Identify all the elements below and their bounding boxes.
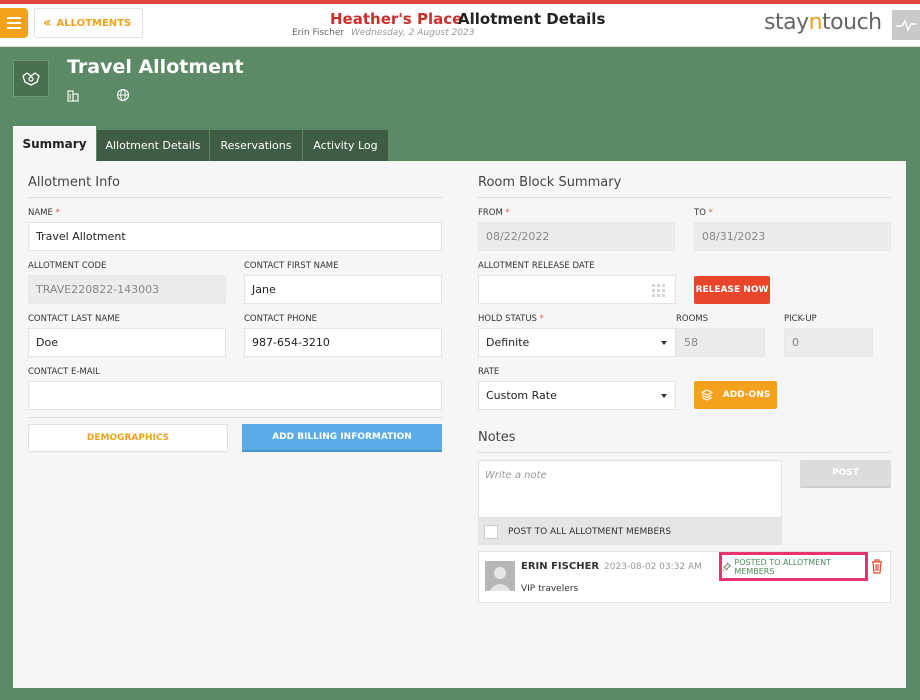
note-textarea[interactable]: Write a note xyxy=(478,460,782,518)
note-text: VIP travelers xyxy=(521,584,579,594)
rooms-field: 58 xyxy=(676,328,765,357)
post-button[interactable]: POST xyxy=(800,460,891,488)
pickup-field: 0 xyxy=(784,328,873,357)
post-to-all-label: POST TO ALL ALLOTMENT MEMBERS xyxy=(508,526,672,537)
add-billing-information-button[interactable]: ADD BILLING INFORMATION xyxy=(242,424,442,452)
rate-select[interactable]: Custom Rate xyxy=(478,381,676,410)
release-now-button[interactable]: RELEASE NOW xyxy=(694,276,770,304)
post-to-all-row[interactable]: POST TO ALL ALLOTMENT MEMBERS xyxy=(478,518,782,545)
notes-title: Notes xyxy=(478,430,516,445)
contact-email-label: CONTACT E-MAIL xyxy=(28,367,100,377)
divider xyxy=(28,417,442,418)
contact-phone-field[interactable]: 987-654-3210 xyxy=(244,328,442,357)
name-label: NAME * xyxy=(28,208,60,218)
allotment-info-title: Allotment Info xyxy=(28,175,120,190)
contact-last-name-label: CONTACT LAST NAME xyxy=(28,314,120,324)
add-ons-button[interactable]: ADD-ONS xyxy=(694,381,777,409)
room-block-summary-title: Room Block Summary xyxy=(478,175,622,190)
allotment-title: Travel Allotment xyxy=(67,56,244,78)
tab-activity-log[interactable]: Activity Log xyxy=(303,130,388,161)
allotment-code-label: ALLOTMENT CODE xyxy=(28,261,107,271)
contact-first-name-field[interactable]: Jane xyxy=(244,275,442,304)
rate-label: RATE xyxy=(478,367,500,377)
double-chevron-left-icon: ‹‹ xyxy=(43,15,51,31)
to-date-field: 08/31/2023 xyxy=(694,222,891,251)
hold-status-label: HOLD STATUS * xyxy=(478,314,544,324)
allotment-code-field: TRAVE220822-143003 xyxy=(28,275,226,304)
menu-icon[interactable] xyxy=(0,8,28,38)
release-date-field[interactable] xyxy=(478,275,676,304)
trash-icon[interactable] xyxy=(870,558,884,577)
name-field[interactable]: Travel Allotment xyxy=(28,222,442,251)
allotment-icon xyxy=(13,60,49,97)
activity-pulse-icon[interactable] xyxy=(892,10,920,40)
posted-to-members-badge: POSTED TO ALLOTMENT MEMBERS xyxy=(719,552,868,581)
back-to-allotments-button[interactable]: ‹‹ ALLOTMENTS xyxy=(34,8,143,38)
layers-icon xyxy=(700,389,713,401)
note-placeholder: Write a note xyxy=(485,470,547,481)
building-icon[interactable] xyxy=(66,88,80,105)
business-date: Wednesday, 2 August 2023 xyxy=(351,28,475,38)
divider xyxy=(28,197,442,198)
from-label: FROM * xyxy=(478,208,510,218)
pickup-label: PICK-UP xyxy=(784,314,817,324)
note-author: ERIN FISCHER xyxy=(521,561,600,572)
contact-email-field[interactable] xyxy=(28,381,442,410)
calendar-icon[interactable] xyxy=(652,284,665,297)
contact-last-name-field[interactable]: Doe xyxy=(28,328,226,357)
page-title: Allotment Details xyxy=(458,10,606,28)
back-button-label: ALLOTMENTS xyxy=(56,17,132,29)
contact-first-name-label: CONTACT FIRST NAME xyxy=(244,261,339,271)
contact-phone-label: CONTACT PHONE xyxy=(244,314,317,324)
caret-down-icon xyxy=(661,394,667,398)
avatar xyxy=(485,561,515,591)
from-date-field: 08/22/2022 xyxy=(478,222,675,251)
tab-summary[interactable]: Summary xyxy=(13,126,96,161)
divider xyxy=(478,452,891,453)
hold-status-select[interactable]: Definite xyxy=(478,328,676,357)
rooms-label: ROOMS xyxy=(676,314,709,324)
stayntouch-logo: stayntouch xyxy=(764,10,882,35)
demographics-button[interactable]: DEMOGRAPHICS xyxy=(28,424,228,452)
globe-icon[interactable] xyxy=(116,88,130,105)
release-date-label: ALLOTMENT RELEASE DATE xyxy=(478,261,595,271)
tab-allotment-details[interactable]: Allotment Details xyxy=(97,130,209,161)
post-to-all-checkbox[interactable] xyxy=(484,524,498,539)
user-name: Erin Fischer xyxy=(292,28,345,38)
add-ons-label: ADD-ONS xyxy=(722,390,771,400)
note-timestamp: 2023-08-02 03:32 AM xyxy=(604,562,702,572)
to-label: TO * xyxy=(694,208,713,218)
tab-reservations[interactable]: Reservations xyxy=(210,130,302,161)
caret-down-icon xyxy=(661,341,667,345)
divider xyxy=(478,197,891,198)
pin-icon xyxy=(722,561,732,571)
hotel-name: Heather's Place xyxy=(330,10,463,28)
